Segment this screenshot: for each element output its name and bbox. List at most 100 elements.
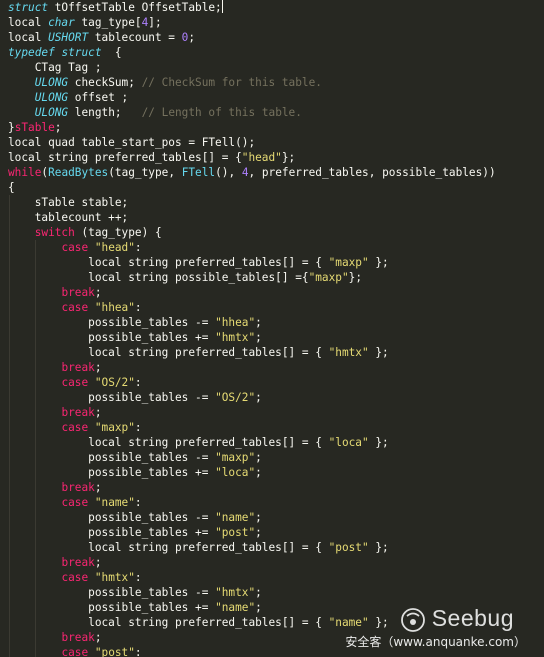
code-token: possible_tables -= [8,586,216,599]
code-token: (tag_type) { [74,226,162,239]
code-line[interactable]: possible_tables -= "name"; [8,510,496,525]
code-token: 4 [241,166,249,179]
code-line[interactable]: struct tOffsetTable OffsetTable; [8,0,496,15]
code-token: // CheckSum for this table. [141,76,322,89]
code-token: local string preferred_tables[] = { [8,616,329,629]
code-token: "maxp" [94,421,135,434]
code-token: case [61,421,89,434]
code-line[interactable]: ULONG checkSum; // CheckSum for this tab… [8,75,496,90]
code-token: : [134,421,142,434]
code-line[interactable]: break; [8,555,496,570]
code-line[interactable]: local string preferred_tables[] = {"head… [8,150,496,165]
code-line[interactable]: case "maxp": [8,420,496,435]
code-token: "maxp" [328,256,369,269]
code-line[interactable]: local string preferred_tables[] = { "loc… [8,435,496,450]
code-token: }; [368,541,389,554]
code-token: : [134,646,142,657]
code-token: ; [94,361,102,374]
code-token: possible_tables -= [8,391,216,404]
code-line[interactable]: }sTable; [8,120,496,135]
code-line[interactable]: local USHORT tablecount = 0; [8,30,496,45]
code-token: ULONG [34,106,69,119]
code-token: local [8,31,49,44]
code-line[interactable]: case "head": [8,240,496,255]
code-token: local string preferred_tables[] = { [8,346,329,359]
code-token: while [8,166,42,179]
code-token: }; [348,271,362,284]
code-line[interactable]: local quad table_start_pos = FTell(); [8,135,496,150]
code-line[interactable]: while(ReadBytes(tag_type, FTell(), 4, pr… [8,165,496,180]
code-line[interactable]: tablecount ++; [8,210,496,225]
code-token: { [8,181,15,194]
code-token: possible_tables += [8,526,216,539]
code-line[interactable]: possible_tables -= "maxp"; [8,450,496,465]
code-line[interactable]: case "name": [8,495,496,510]
code-line[interactable]: local char tag_type[4]; [8,15,496,30]
code-line[interactable]: local string preferred_tables[] = { "pos… [8,540,496,555]
code-token: ; [255,316,262,329]
code-line[interactable]: case "hmtx": [8,570,496,585]
code-line[interactable]: CTag Tag ; [8,60,496,75]
code-token: break [61,406,95,419]
code-line[interactable]: local string preferred_tables[] = { "hmt… [8,345,496,360]
code-token: char [48,16,75,29]
code-token: ; [54,121,62,134]
code-token: switch [34,226,75,239]
code-line[interactable]: possible_tables -= "OS/2"; [8,390,496,405]
code-token: "hmtx" [215,331,256,344]
code-line[interactable]: sTable stable; [8,195,496,210]
code-token: "name" [215,601,256,614]
code-line[interactable]: possible_tables -= "hmtx"; [8,585,496,600]
code-line[interactable]: local string possible_tables[] ={"maxp"}… [8,270,496,285]
code-token: "hmtx" [215,586,256,599]
code-line[interactable]: { [8,180,496,195]
code-token: }; [281,151,296,164]
code-line[interactable]: local string preferred_tables[] = { "max… [8,255,496,270]
watermark-logo-text: Seebug [431,605,514,631]
code-token: (), [215,166,242,179]
code-line[interactable]: possible_tables += "hmtx"; [8,330,496,345]
code-token: possible_tables += [8,466,216,479]
code-token: "head" [94,241,135,254]
code-token: "maxp" [215,451,256,464]
code-line[interactable]: ULONG length; // Length of this table. [8,105,496,120]
code-token: tablecount = [88,31,182,44]
code-line[interactable]: typedef struct { [8,45,496,60]
code-token: struct [8,1,49,14]
code-line[interactable]: break; [8,360,496,375]
code-line[interactable]: ULONG offset ; [8,90,496,105]
code-token: } [8,121,15,134]
code-line[interactable]: case "hhea": [8,300,496,315]
code-token: "hhea" [94,301,135,314]
code-token: checkSum; [68,76,142,89]
code-token: }; [368,436,389,449]
code-token: "hhea" [215,316,256,329]
code-line[interactable]: break; [8,480,496,495]
code-line[interactable]: switch (tag_type) { [8,225,496,240]
code-token: break [61,481,95,494]
code-area[interactable]: struct tOffsetTable OffsetTable; local ch… [8,0,496,657]
code-token: local quad table_start_pos = FTell(); [8,136,256,149]
code-token: ]; [148,16,162,29]
code-line[interactable]: case "OS/2": [8,375,496,390]
seebug-bug-icon [401,608,425,632]
code-line[interactable]: possible_tables -= "hhea"; [8,315,496,330]
code-line[interactable]: break; [8,285,496,300]
code-line[interactable]: break; [8,405,496,420]
code-token: break [61,361,95,374]
code-line[interactable]: possible_tables += "loca"; [8,465,496,480]
code-token: ; [255,511,262,524]
code-line[interactable]: possible_tables += "post"; [8,525,496,540]
code-editor[interactable]: struct tOffsetTable OffsetTable; local ch… [0,0,544,657]
